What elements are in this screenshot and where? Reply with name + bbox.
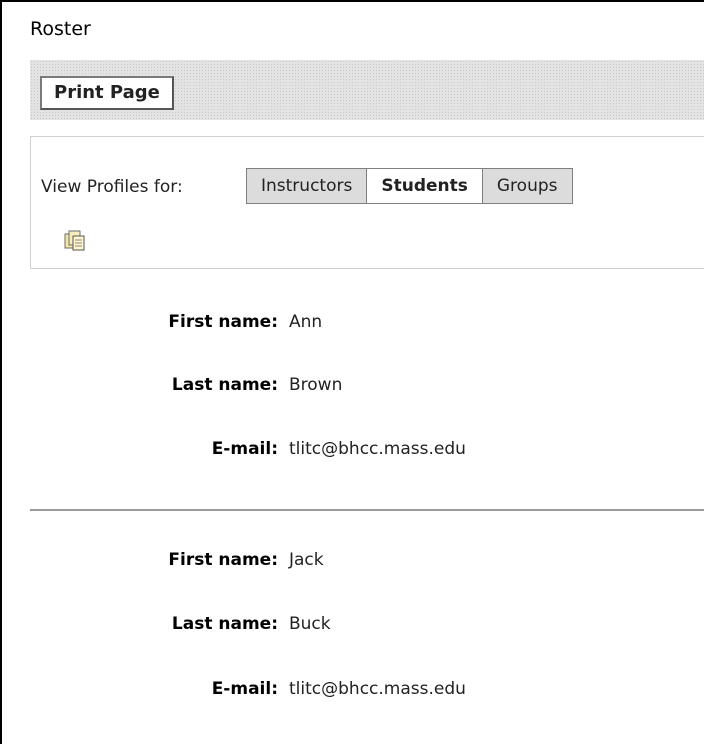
view-profiles-panel: View Profiles for: Instructors Students …: [30, 136, 704, 269]
last-name-label: Last name:: [171, 375, 278, 395]
email-label: E-mail:: [211, 679, 278, 699]
tab-instructors[interactable]: Instructors: [246, 168, 368, 204]
profile-tabs: Instructors Students Groups: [246, 168, 573, 204]
email-label: E-mail:: [211, 439, 278, 459]
roster-divider: [30, 509, 704, 511]
first-name-label: First name:: [168, 550, 278, 570]
first-name-value: Ann: [289, 312, 323, 332]
print-page-button[interactable]: Print Page: [40, 76, 174, 110]
email-value: tlitc@bhcc.mass.edu: [289, 439, 466, 459]
toolbar: Print Page: [30, 60, 704, 120]
roster-row-last-name: Last name: Brown: [2, 375, 704, 399]
first-name-value: Jack: [289, 550, 324, 570]
copy-icon[interactable]: [63, 229, 87, 253]
first-name-label: First name:: [168, 312, 278, 332]
page-frame: Roster Print Page View Profiles for: Ins…: [0, 0, 704, 744]
roster-row-email: E-mail: tlitc@bhcc.mass.edu: [2, 679, 704, 703]
email-value: tlitc@bhcc.mass.edu: [289, 679, 466, 699]
tab-students[interactable]: Students: [366, 168, 483, 204]
roster-row-last-name: Last name: Buck: [2, 614, 704, 638]
last-name-value: Brown: [289, 375, 343, 395]
roster-row-first-name: First name: Ann: [2, 312, 704, 336]
page-title: Roster: [30, 18, 91, 40]
last-name-label: Last name:: [171, 614, 278, 634]
last-name-value: Buck: [289, 614, 331, 634]
roster-row-email: E-mail: tlitc@bhcc.mass.edu: [2, 439, 704, 463]
roster-row-first-name: First name: Jack: [2, 550, 704, 574]
tab-groups[interactable]: Groups: [481, 168, 573, 204]
view-profiles-label: View Profiles for:: [41, 177, 183, 197]
